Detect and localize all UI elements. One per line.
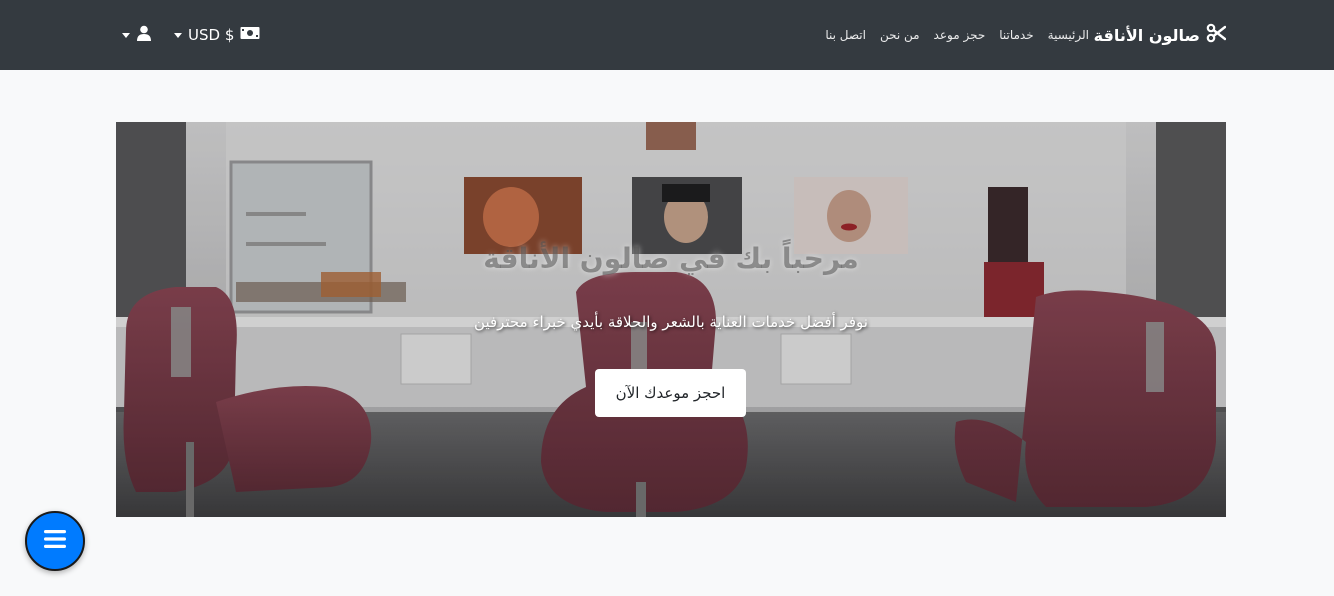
user-dropdown[interactable] [122,25,152,45]
nav-links: الرئيسية خدماتنا حجز موعد من نحن اتصل بن… [825,0,1089,70]
book-now-button[interactable]: احجز موعدك الآن [595,369,746,417]
nav-link-services[interactable]: خدماتنا [999,28,1033,42]
caret-down-icon [174,32,182,38]
currency-label: USD $ [188,26,235,44]
caret-down-icon [122,32,130,38]
hero-banner: مرحباً بك في صالون الأناقة نوفر أفضل خدم… [116,122,1226,517]
brand-name: صالون الأناقة [1093,25,1200,45]
currency-dropdown[interactable]: USD $ [174,26,260,44]
user-icon [136,25,152,45]
menu-icon [43,529,67,553]
top-navbar: صالون الأناقة الرئيسية خدماتنا حجز موعد … [0,0,1334,70]
banknote-icon [240,26,260,44]
nav-link-booking[interactable]: حجز موعد [934,28,986,42]
nav-utilities: USD $ [122,0,260,70]
scissors-icon [1206,23,1227,47]
nav-link-about[interactable]: من نحن [880,28,920,42]
floating-menu-button[interactable] [25,511,85,571]
nav-link-home[interactable]: الرئيسية [1048,28,1089,42]
hero-subtitle: نوفر أفضل خدمات العناية بالشعر والحلاقة … [474,313,868,331]
nav-link-contact[interactable]: اتصل بنا [825,28,866,42]
hero-title: مرحباً بك في صالون الأناقة [483,242,859,275]
brand[interactable]: صالون الأناقة [1093,0,1227,70]
